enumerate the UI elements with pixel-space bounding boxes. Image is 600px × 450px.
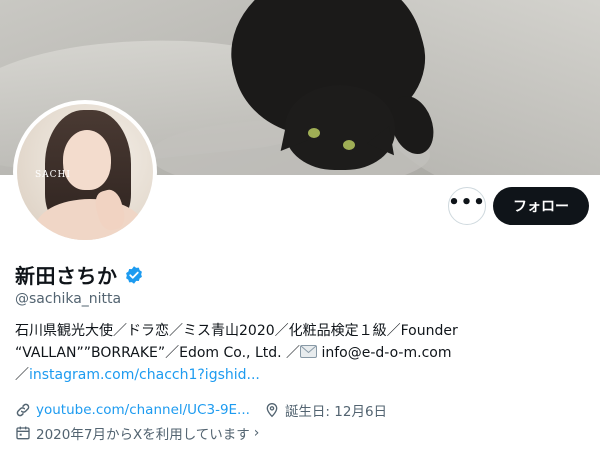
verified-badge-icon[interactable]	[124, 265, 144, 285]
bio-text: “VALLAN””BORRAKE”／Edom Co., Ltd. ／	[15, 345, 301, 361]
location-pin-icon	[266, 402, 278, 418]
bio-link[interactable]: instagram.com/chacch1?igshid...	[29, 367, 260, 383]
avatar-photo: SACHI	[17, 104, 153, 240]
birthday-text: 誕生日: 12月6日	[284, 404, 388, 420]
chevron-right-icon: ›	[253, 425, 260, 441]
calendar-icon	[16, 426, 30, 440]
website-link[interactable]: youtube.com/channel/UC3-9E...	[36, 402, 250, 418]
cat-eye	[308, 128, 320, 138]
joined-row[interactable]: 2020年7月からXを利用しています ›	[15, 423, 259, 443]
more-options-button[interactable]: •••	[448, 187, 486, 225]
cat-eye	[343, 140, 355, 150]
more-icon: •••	[448, 192, 486, 213]
follow-button[interactable]: フォロー	[493, 187, 589, 225]
avatar-photo-text: SACHI	[35, 170, 71, 180]
profile-bio: 石川県観光大使／ドラ恋／ミス青山2020／化粧品検定１級／Founder “VA…	[15, 320, 590, 386]
bio-text: ／	[15, 367, 29, 383]
birthday: 誕生日: 12月6日	[264, 400, 387, 420]
bio-line: “VALLAN””BORRAKE”／Edom Co., Ltd. ／ info@…	[15, 342, 590, 364]
bio-line: ／instagram.com/chacch1?igshid...	[15, 364, 590, 386]
bio-line: 石川県観光大使／ドラ恋／ミス青山2020／化粧品検定１級／Founder	[15, 323, 458, 339]
avatar-face	[63, 130, 111, 190]
display-name-row: 新田さちか	[15, 260, 144, 289]
email-icon	[300, 345, 318, 358]
bio-email: info@e-d-o-m.com	[317, 345, 452, 361]
profile-avatar[interactable]: SACHI	[13, 100, 157, 244]
user-handle: @sachika_nitta	[15, 291, 122, 307]
display-name: 新田さちか	[15, 264, 118, 288]
profile-meta-row: youtube.com/channel/UC3-9E... 誕生日: 12月6日	[15, 400, 387, 420]
link-icon	[16, 403, 30, 417]
joined-text: 2020年7月からXを利用しています	[36, 427, 250, 443]
